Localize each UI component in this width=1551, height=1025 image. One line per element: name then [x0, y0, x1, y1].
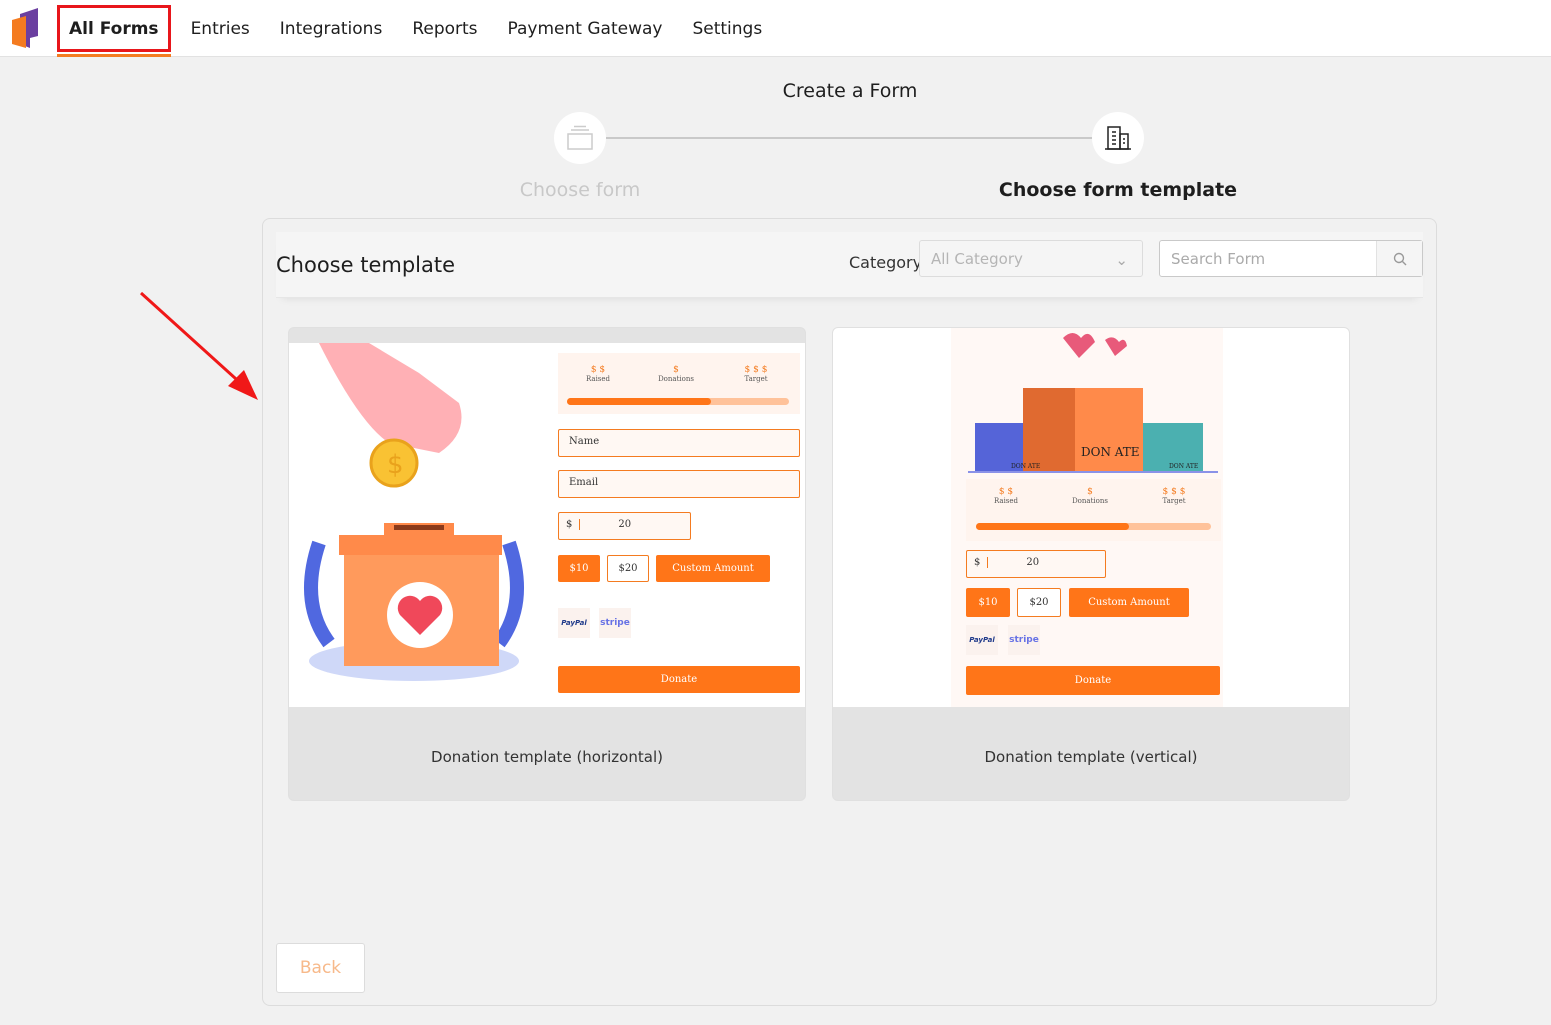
progress-fill	[976, 523, 1129, 530]
template-name: Donation template (horizontal)	[431, 748, 663, 766]
amount-20-button: $20	[607, 555, 649, 582]
progress-bar	[567, 398, 789, 405]
building-icon	[1105, 126, 1131, 150]
stepper-line	[606, 137, 1094, 139]
step-choose-template[interactable]	[1092, 112, 1144, 164]
donate-banner-text: DON ATE	[1081, 445, 1140, 459]
svg-text:$: $	[387, 450, 404, 480]
template-name: Donation template (vertical)	[984, 748, 1198, 766]
back-button[interactable]: Back	[276, 943, 365, 993]
donate-boxes-illustration: DON ATE DON ATE DON ATE	[968, 333, 1218, 473]
stat-target: $ $ $ Target	[1162, 487, 1186, 505]
step-choose-form[interactable]	[554, 112, 606, 164]
template-card-vertical[interactable]: DON ATE DON ATE DON ATE $ $ Raised $ Donat…	[832, 327, 1350, 801]
red-arrow-annotation	[139, 291, 258, 400]
email-field: Email	[558, 470, 800, 498]
name-field: Name	[558, 429, 800, 457]
nav-payment-gateway[interactable]: Payment Gateway	[493, 0, 678, 57]
search-box	[1159, 240, 1423, 277]
category-select[interactable]: All Category ⌄	[919, 240, 1143, 277]
donation-stats: $ $ Raised $ Donations $ $ $ Target	[966, 479, 1221, 541]
app-logo-icon[interactable]	[12, 8, 40, 48]
donate-button: Donate	[966, 666, 1220, 695]
amount-20-button: $20	[1017, 588, 1061, 617]
template-preview: $ $ $ Raised $ Donations $ $ $ Target Name …	[289, 343, 805, 707]
template-preview: DON ATE DON ATE DON ATE $ $ Raised $ Donat…	[833, 328, 1349, 707]
amount-field: $20	[966, 550, 1106, 578]
amount-10-button: $10	[966, 588, 1010, 617]
donate-button: Donate	[558, 666, 800, 693]
custom-amount-button: Custom Amount	[1069, 588, 1189, 617]
search-icon	[1393, 252, 1406, 265]
stat-raised: $ $ Raised	[585, 365, 611, 383]
page-title: Create a Form	[782, 80, 918, 102]
search-input[interactable]	[1160, 241, 1376, 276]
step-label-choose-form: Choose form	[519, 179, 641, 201]
donation-box-illustration: $	[304, 343, 524, 681]
nav-integrations[interactable]: Integrations	[265, 0, 398, 57]
custom-amount-button: Custom Amount	[656, 555, 770, 582]
nav-entries[interactable]: Entries	[176, 0, 265, 57]
stat-target: $ $ $ Target	[744, 365, 768, 383]
nav-all-forms[interactable]: All Forms	[52, 0, 176, 57]
stat-donations: $ Donations	[1072, 487, 1108, 505]
amount-field: $20	[558, 512, 691, 540]
template-card-horizontal[interactable]: $ $ $ Raised $ Donations $ $ $ Target Name …	[288, 327, 806, 801]
form-icon	[567, 125, 593, 150]
small-banner-right: DON ATE	[1169, 463, 1198, 470]
progress-fill	[567, 398, 712, 405]
category-label: Category	[849, 253, 923, 272]
top-navigation: All Forms Entries Integrations Reports P…	[0, 0, 1551, 57]
stripe-logo: stripe	[599, 608, 631, 638]
stat-donations: $ Donations	[658, 365, 694, 383]
step-label-choose-template: Choose form template	[998, 179, 1238, 201]
nav-reports[interactable]: Reports	[397, 0, 492, 57]
donation-stats: $ $ Raised $ Donations $ $ $ Target	[558, 353, 800, 414]
stripe-logo: stripe	[1008, 625, 1040, 655]
paypal-logo: PayPal	[558, 608, 590, 638]
panel-header: Choose template Category All Category ⌄	[276, 232, 1423, 298]
template-panel: Choose template Category All Category ⌄ $…	[262, 218, 1437, 1006]
paypal-logo: PayPal	[966, 625, 998, 655]
small-banner-left: DON ATE	[1011, 463, 1040, 470]
stat-raised: $ $ Raised	[993, 487, 1019, 505]
amount-10-button: $10	[558, 555, 600, 582]
search-button[interactable]	[1376, 241, 1422, 276]
chevron-down-icon: ⌄	[1115, 251, 1128, 269]
category-value: All Category	[931, 250, 1023, 268]
progress-bar	[976, 523, 1211, 530]
nav-settings[interactable]: Settings	[677, 0, 777, 57]
panel-title: Choose template	[276, 253, 456, 277]
